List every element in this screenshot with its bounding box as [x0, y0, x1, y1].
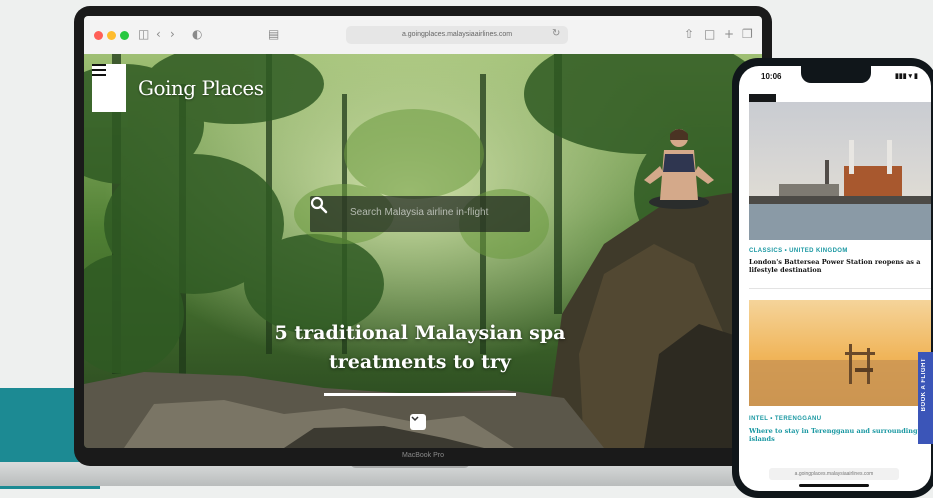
headline-underline [324, 393, 516, 396]
search-placeholder: Search Malaysia airline in-flight [350, 207, 489, 218]
menu-button[interactable] [92, 64, 126, 112]
privacy-icon[interactable]: ◐ [192, 27, 202, 41]
laptop-model-label: MacBook Pro [401, 452, 445, 459]
hero-section: Going Places Search Malaysia airline in-… [84, 54, 762, 448]
minimize-window-button[interactable] [107, 31, 116, 40]
book-a-flight-label: BOOK A FLIGHT [921, 358, 927, 412]
phone-notch [801, 66, 871, 83]
sidebar-icon[interactable]: ◫ [138, 27, 149, 41]
laptop-device: ◫ ‹ › ◐ ▤ a.goingplaces.malaysiaairlines… [74, 6, 772, 466]
card-image-terengganu[interactable] [749, 300, 931, 406]
forward-icon[interactable]: › [170, 27, 175, 41]
scroll-down-icon[interactable] [410, 414, 426, 430]
card-title[interactable]: Where to stay in Terengganu and surround… [749, 427, 927, 443]
back-icon[interactable]: ‹ [156, 27, 161, 41]
close-window-button[interactable] [94, 31, 103, 40]
search-icon [310, 196, 328, 214]
share-icon[interactable]: ⇧ [684, 27, 694, 41]
card-title[interactable]: London's Battersea Power Station reopens… [749, 258, 927, 274]
browser-toolbar: ◫ ‹ › ◐ ▤ a.goingplaces.malaysiaairlines… [84, 16, 762, 55]
tabs-icon[interactable]: ❐ [742, 27, 753, 41]
card-image-battersea[interactable] [749, 102, 931, 240]
phone-device: 10:06 ▮▮▮ ▾ ▮ CLASSICS • UNITED KINGDOM … [732, 58, 933, 498]
home-indicator [799, 484, 869, 487]
card-category[interactable]: CLASSICS • UNITED KINGDOM [749, 248, 848, 254]
phone-status-icons: ▮▮▮ ▾ ▮ [895, 73, 918, 80]
book-a-flight-tab[interactable]: BOOK A FLIGHT [918, 352, 933, 444]
hamburger-icon [92, 64, 106, 76]
url-field[interactable]: a.goingplaces.malaysiaairlines.com [346, 26, 568, 44]
site-logo[interactable]: Going Places [138, 76, 264, 100]
hero-headline[interactable]: 5 traditional Malaysian spa treatments t… [240, 319, 600, 377]
reader-icon[interactable]: ▤ [268, 27, 279, 41]
card-category[interactable]: INTEL • TERENGGANU [749, 416, 822, 422]
phone-time: 10:06 [761, 72, 782, 81]
laptop-screen: ◫ ‹ › ◐ ▤ a.goingplaces.malaysiaairlines… [84, 16, 762, 448]
hero-rainforest-image [84, 54, 762, 448]
phone-screen: 10:06 ▮▮▮ ▾ ▮ CLASSICS • UNITED KINGDOM … [739, 66, 931, 491]
download-icon[interactable]: □ [704, 27, 715, 41]
chevron-down-icon [411, 416, 419, 422]
phone-address-bar[interactable]: a.goingplaces.malaysiaairlines.com [769, 468, 899, 480]
new-tab-icon[interactable]: + [724, 27, 734, 41]
refresh-icon[interactable]: ↻ [552, 27, 560, 41]
card-divider [749, 288, 931, 289]
maximize-window-button[interactable] [120, 31, 129, 40]
site-search-box[interactable]: Search Malaysia airline in-flight [310, 196, 530, 232]
